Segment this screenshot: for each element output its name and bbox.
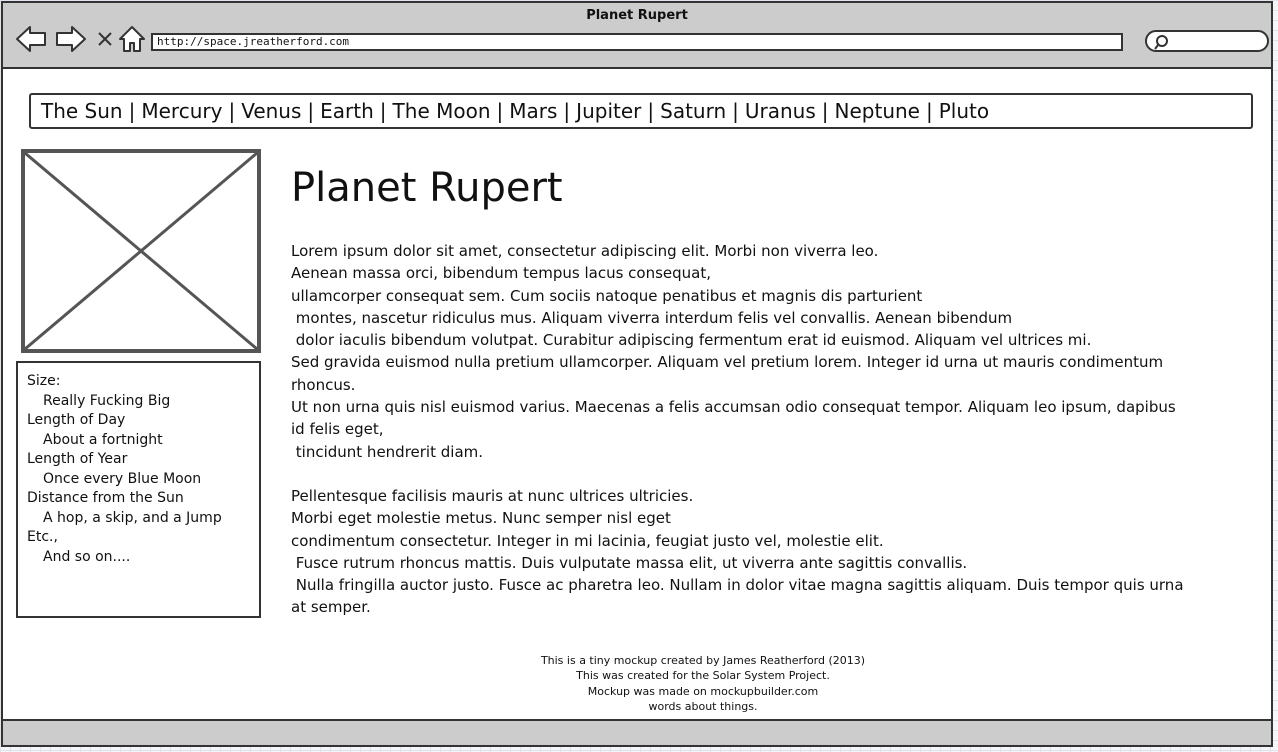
status-bar [3,719,1271,745]
image-placeholder-icon [25,153,257,349]
body-paragraph: Lorem ipsum dolor sit amet, consectetur … [291,242,1176,461]
nav-separator: | [496,99,504,123]
nav-item-neptune[interactable]: Neptune [835,99,920,123]
nav-separator: | [307,99,315,123]
nav-separator: | [647,99,655,123]
nav-separator: | [926,99,933,123]
nav-item-mars[interactable]: Mars [509,99,557,123]
fact-value-size: Really Fucking Big [43,392,171,409]
fact-label-etc: Etc., [27,529,58,545]
back-arrow-icon[interactable] [15,25,47,53]
forward-arrow-icon[interactable] [55,25,87,53]
nav-item-jupiter[interactable]: Jupiter [576,99,641,123]
main-content: Lorem ipsum dolor sit amet, consectetur … [291,240,1191,619]
fact-label-distance: Distance from the Sun [27,490,184,506]
planet-facts-box: Size: Really Fucking Big Length of Day A… [16,361,261,618]
fact-value-length-of-year: Once every Blue Moon [43,470,202,487]
footer-line: words about things. [648,700,758,714]
nav-separator: | [228,99,236,123]
fact-value-length-of-day: About a fortnight [43,431,163,448]
title-bar: Planet Rupert http://space.jreatherford.… [3,3,1271,69]
window-title: Planet Rupert [586,8,688,23]
fact-label-size: Size: [27,373,61,389]
page-title: Planet Rupert [291,165,563,211]
fact-value-distance: A hop, a skip, and a Jump [43,509,222,526]
nav-separator: | [563,99,571,123]
address-bar[interactable]: http://space.jreatherford.com [151,33,1123,51]
nav-item-the-moon[interactable]: The Moon [393,99,491,123]
footer-line: Mockup was made on mockupbuilder.com [587,684,819,698]
footer: This is a tiny mockup created by James R… [503,653,903,715]
fact-label-length-of-year: Length of Year [27,451,128,467]
close-icon[interactable] [96,30,114,48]
nav-item-pluto[interactable]: Pluto [939,99,989,123]
planet-image-placeholder [21,149,261,353]
nav-separator: | [821,99,829,123]
nav-item-uranus[interactable]: Uranus [745,99,816,123]
search-box[interactable] [1145,30,1269,52]
url-text: http://space.jreatherford.com [157,35,350,48]
nav-separator: | [732,99,739,123]
fact-value-etc: And so on.... [43,548,131,565]
nav-separator: | [128,99,136,123]
nav-item-venus[interactable]: Venus [241,99,301,123]
fact-label-length-of-day: Length of Day [27,412,126,428]
browser-window: Planet Rupert http://space.jreatherford.… [1,1,1273,747]
nav-item-earth[interactable]: Earth [320,99,374,123]
home-icon[interactable] [118,25,146,53]
footer-line: This is a tiny mockup created by James R… [540,654,866,667]
planet-nav-bar: The Sun | Mercury | Venus | Earth | The Moon | Mar… [29,93,1253,129]
search-icon [1154,35,1168,50]
nav-item-saturn[interactable]: Saturn [660,99,726,123]
nav-item-the-sun[interactable]: The Sun [41,99,123,123]
footer-line: This was created for the Solar System Pr… [576,669,830,683]
body-paragraph: Pellentesque facilisis mauris at nunc ul… [291,486,1184,617]
nav-item-mercury[interactable]: Mercury [141,99,222,123]
nav-separator: | [379,99,387,123]
